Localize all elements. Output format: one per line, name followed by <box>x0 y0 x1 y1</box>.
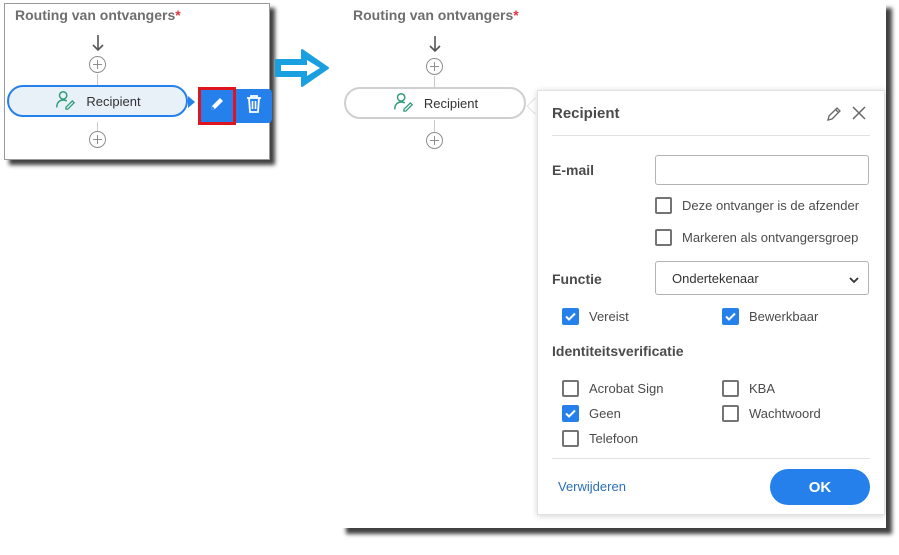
email-field[interactable] <box>655 155 869 185</box>
sender-checkbox-label: Deze ontvanger is de afzender <box>682 198 860 213</box>
identity-option-geen[interactable]: Geen <box>562 405 621 422</box>
recipient-signer-icon <box>392 91 414 116</box>
right-arrow-icon <box>272 45 334 96</box>
connector-line <box>434 120 435 132</box>
delete-recipient-button[interactable] <box>236 89 272 123</box>
identity-option-kba[interactable]: KBA <box>722 380 775 397</box>
acrobat-sign-checkbox[interactable] <box>562 380 579 397</box>
email-label: E-mail <box>552 162 595 178</box>
group-checkbox-label: Markeren als ontvangersgroep <box>682 230 859 245</box>
right-routing-panel: Routing van ontvangers* Recipient Recipi… <box>340 2 886 528</box>
identity-verification-label: Identiteitsverificatie <box>552 343 684 359</box>
divider <box>552 458 870 459</box>
selection-pointer <box>188 96 195 108</box>
left-routing-panel: Routing van ontvangers* Recipient <box>4 3 272 160</box>
right-panel-title-text: Routing van ontvangers <box>353 7 514 23</box>
identity-option-wachtwoord[interactable]: Wachtwoord <box>722 405 821 422</box>
sender-checkbox-row[interactable]: Deze ontvanger is de afzender <box>655 197 859 214</box>
ok-button[interactable]: OK <box>770 469 870 505</box>
checkmark-icon <box>565 312 576 321</box>
add-step-bottom-button[interactable] <box>426 132 443 149</box>
edit-recipient-button[interactable] <box>198 87 236 125</box>
recipient-signer-icon <box>54 89 76 114</box>
required-checkbox-row[interactable]: Vereist <box>562 308 629 325</box>
required-checkbox[interactable] <box>562 308 579 325</box>
add-step-bottom-button[interactable] <box>89 131 106 148</box>
add-step-top-button[interactable] <box>426 58 443 75</box>
kba-checkbox[interactable] <box>722 380 739 397</box>
recipient-popover: Recipient E-mail Deze ontvanger is de af… <box>537 90 885 515</box>
acrobat-sign-label: Acrobat Sign <box>589 381 664 396</box>
pencil-icon[interactable] <box>826 106 842 127</box>
recipient-node[interactable]: Recipient <box>344 87 526 119</box>
arrow-down-icon <box>91 34 105 56</box>
required-mark: * <box>513 7 519 23</box>
checkmark-icon <box>565 409 576 418</box>
role-select-value: Ondertekenaar <box>672 270 759 286</box>
close-icon[interactable] <box>851 105 867 126</box>
identity-option-acrobat-sign[interactable]: Acrobat Sign <box>562 380 663 397</box>
wachtwoord-checkbox[interactable] <box>722 405 739 422</box>
right-panel-title: Routing van ontvangers* <box>353 7 519 23</box>
editable-checkbox-row[interactable]: Bewerkbaar <box>722 308 818 325</box>
left-panel-title-text: Routing van ontvangers <box>15 7 176 23</box>
add-step-top-button[interactable] <box>89 56 106 73</box>
checkmark-icon <box>725 312 736 321</box>
arrow-down-icon <box>428 35 442 57</box>
sender-checkbox[interactable] <box>655 197 672 214</box>
required-checkbox-label: Vereist <box>589 309 629 324</box>
recipient-label: Recipient <box>86 93 141 109</box>
divider <box>552 135 870 136</box>
role-select[interactable]: Ondertekenaar <box>655 261 869 295</box>
left-panel-title: Routing van ontvangers* <box>15 7 181 23</box>
kba-label: KBA <box>749 381 776 396</box>
telefoon-label: Telefoon <box>589 431 639 446</box>
chevron-down-icon <box>848 273 860 288</box>
pencil-icon <box>208 95 226 118</box>
role-label: Functie <box>552 271 602 287</box>
wachtwoord-label: Wachtwoord <box>749 406 821 421</box>
geen-label: Geen <box>589 406 621 421</box>
identity-option-telefoon[interactable]: Telefoon <box>562 430 638 447</box>
telefoon-checkbox[interactable] <box>562 430 579 447</box>
group-checkbox[interactable] <box>655 229 672 246</box>
editable-checkbox-label: Bewerkbaar <box>749 309 819 324</box>
group-checkbox-row[interactable]: Markeren als ontvangersgroep <box>655 229 858 246</box>
required-mark: * <box>175 7 181 23</box>
recipient-node-selected[interactable]: Recipient <box>7 85 188 117</box>
editable-checkbox[interactable] <box>722 308 739 325</box>
delete-link[interactable]: Verwijderen <box>558 479 626 494</box>
recipient-label: Recipient <box>423 95 479 111</box>
trash-icon <box>245 94 263 119</box>
geen-checkbox[interactable] <box>562 405 579 422</box>
popover-title: Recipient <box>552 105 620 122</box>
